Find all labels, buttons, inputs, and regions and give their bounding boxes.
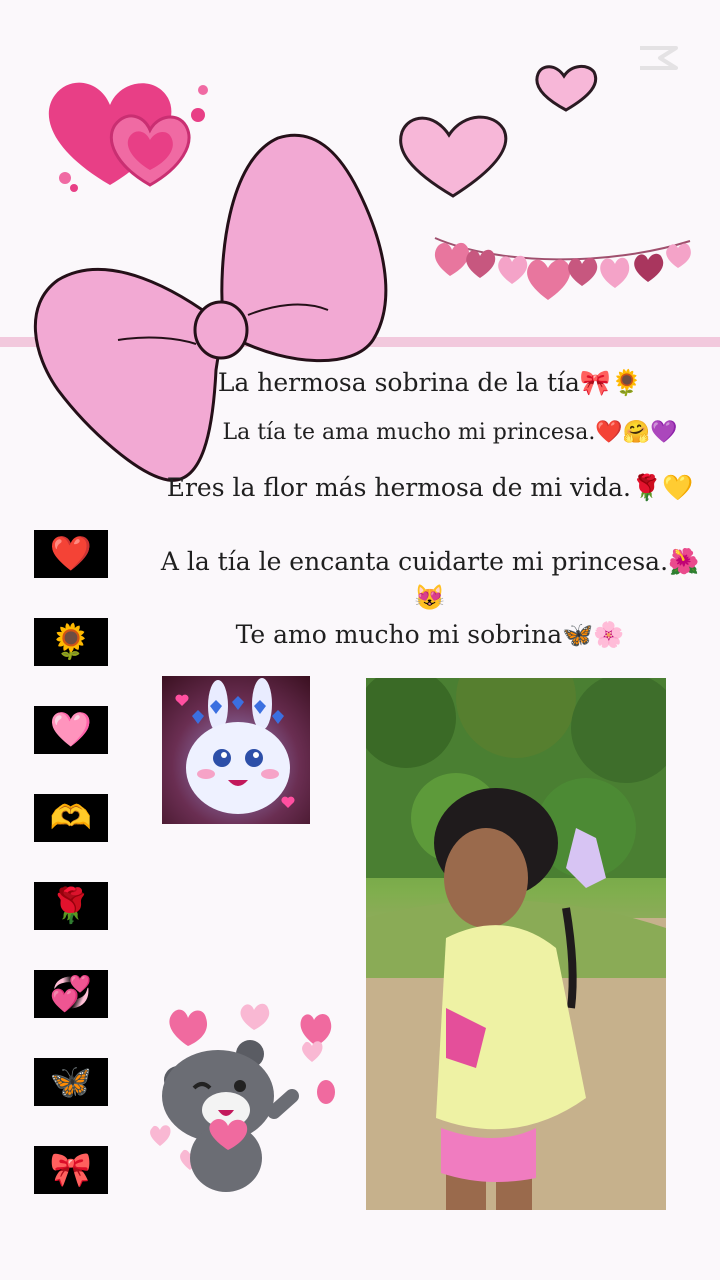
ribbon-emoji-tile: 🎀 (34, 1146, 108, 1194)
bear-sticker-icon (150, 1003, 335, 1192)
butterfly-emoji-tile: 🦋 (34, 1058, 108, 1106)
capcut-logo-icon (640, 46, 678, 70)
photo-girl (366, 678, 666, 1210)
heart-garland-icon (434, 237, 691, 300)
rose-emoji-tile: 🌹 (34, 882, 108, 930)
message-line: Te amo mucho mi sobrina🦋🌸 (235, 620, 625, 649)
pink-heart-emoji-tile: 🩷 (34, 706, 108, 754)
message-line: Eres la flor más hermosa de mi vida.🌹💛 (166, 473, 694, 502)
heart-icon (399, 115, 508, 198)
sunflower-emoji-tile: 🌻 (34, 618, 108, 666)
heart-icon (535, 65, 598, 112)
bunny-sticker-icon (162, 676, 310, 824)
heart-hands-emoji-tile: 🫶 (34, 794, 108, 842)
message-line: La hermosa sobrina de la tía🎀🌻 (217, 368, 643, 397)
heart-emoji-tile: ❤️ (34, 530, 108, 578)
revolving-hearts-emoji-tile: 💞 (34, 970, 108, 1018)
message-line: A la tía le encanta cuidarte mi princesa… (160, 547, 700, 612)
message-line: La tía te ama mucho mi princesa.❤️🤗💜 (222, 420, 678, 445)
